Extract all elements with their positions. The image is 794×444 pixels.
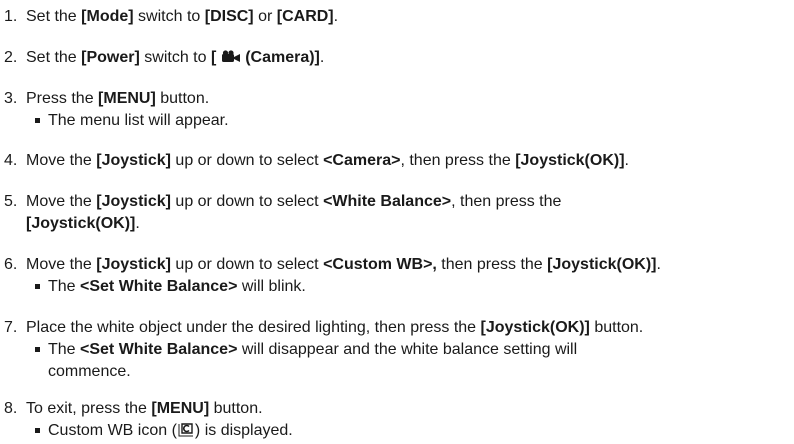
instruction-page: 1. Set the [Mode] switch to [DISC] or [C… xyxy=(0,0,794,444)
step-text: [Joystick(OK)]. xyxy=(26,213,140,235)
set-white-balance-label: <Set White Balance> xyxy=(80,341,238,358)
text-run: then press the xyxy=(436,256,548,273)
text-run: ) is displayed. xyxy=(194,422,293,439)
step-text: To exit, press the [MENU] button. xyxy=(26,398,263,420)
joystick-ok-label: [Joystick(OK)] xyxy=(26,215,136,232)
step-text: Press the [MENU] button. xyxy=(26,88,209,110)
bullet-icon xyxy=(35,347,40,352)
text-run: switch to xyxy=(133,8,205,25)
bracket-open: [ xyxy=(210,49,217,66)
text-run: . xyxy=(656,256,661,273)
joystick-ok-label: [Joystick(OK)] xyxy=(480,319,590,336)
text-run: up or down to select xyxy=(170,152,324,169)
step-8-bullet: Custom WB icon ( ) is displayed. xyxy=(35,420,293,442)
menu-button-label: [MENU] xyxy=(98,90,156,107)
text-run: . xyxy=(135,215,140,232)
step-text: Move the [Joystick] up or down to select… xyxy=(26,150,629,172)
text-run: The xyxy=(48,341,81,358)
custom-wb-menu-label: <Custom WB>, xyxy=(323,256,437,273)
text-run: or xyxy=(253,8,277,25)
joystick-ok-label: [Joystick(OK)] xyxy=(515,152,625,169)
text-run: Place the white object under the desired… xyxy=(26,319,481,336)
text-run: Set the xyxy=(26,8,82,25)
text-run: Move the xyxy=(26,193,97,210)
joystick-label: [Joystick] xyxy=(96,256,171,273)
text-run: , then press the xyxy=(400,152,516,169)
step-7-bullet: The <Set White Balance> will disappear a… xyxy=(35,339,578,361)
step-text: Move the [Joystick] up or down to select… xyxy=(26,191,561,213)
custom-wb-icon xyxy=(178,423,193,437)
text-run: The xyxy=(48,278,81,295)
text-run: . xyxy=(333,8,339,25)
camera-mode-label: (Camera)] xyxy=(240,49,320,66)
text-run: Move the xyxy=(26,256,97,273)
menu-button-label: [MENU] xyxy=(151,400,210,417)
step-text: Set the [Power] switch to [ (Camera)]. xyxy=(26,47,324,69)
text-run: up or down to select xyxy=(170,193,324,210)
step-7-bullet-continuation: commence. xyxy=(48,361,131,383)
text-run: To exit, press the xyxy=(26,400,152,417)
joystick-label: [Joystick] xyxy=(96,193,171,210)
step-text: Move the [Joystick] up or down to select… xyxy=(26,254,661,276)
bullet-icon xyxy=(35,284,40,289)
text-run: button. xyxy=(155,90,210,107)
disc-label: [DISC] xyxy=(204,8,254,25)
joystick-ok-label: [Joystick(OK)] xyxy=(547,256,657,273)
bullet-icon xyxy=(35,428,40,433)
text-run: commence. xyxy=(48,363,131,380)
text-run: The menu list will appear. xyxy=(48,112,229,129)
bullet-icon xyxy=(35,118,40,123)
joystick-label: [Joystick] xyxy=(96,152,171,169)
text-run: Press the xyxy=(26,90,99,107)
text-run: . xyxy=(624,152,629,169)
mode-switch-label: [Mode] xyxy=(81,8,134,25)
text-run: Custom WB icon ( xyxy=(48,422,177,439)
text-run: Move the xyxy=(26,152,97,169)
text-run: up or down to select xyxy=(170,256,324,273)
power-switch-label: [Power] xyxy=(81,49,140,66)
step-text: Place the white object under the desired… xyxy=(26,317,643,339)
white-balance-menu-label: <White Balance> xyxy=(323,193,452,210)
step-text: Set the [Mode] switch to [DISC] or [CARD… xyxy=(26,6,338,28)
text-run: switch to xyxy=(139,49,211,66)
set-white-balance-label: <Set White Balance> xyxy=(80,278,238,295)
text-run: button. xyxy=(589,319,644,336)
text-run: , then press the xyxy=(451,193,562,210)
camera-icon xyxy=(221,50,240,62)
card-label: [CARD] xyxy=(276,8,334,25)
camera-menu-label: <Camera> xyxy=(323,152,401,169)
text-run: Set the xyxy=(26,49,82,66)
step-3-bullet: The menu list will appear. xyxy=(35,110,229,132)
text-run: . xyxy=(319,49,325,66)
text-run: button. xyxy=(209,400,263,417)
text-run: will blink. xyxy=(237,278,306,295)
text-run: will disappear and the white balance set… xyxy=(237,341,578,358)
step-6-bullet: The <Set White Balance> will blink. xyxy=(35,276,306,298)
